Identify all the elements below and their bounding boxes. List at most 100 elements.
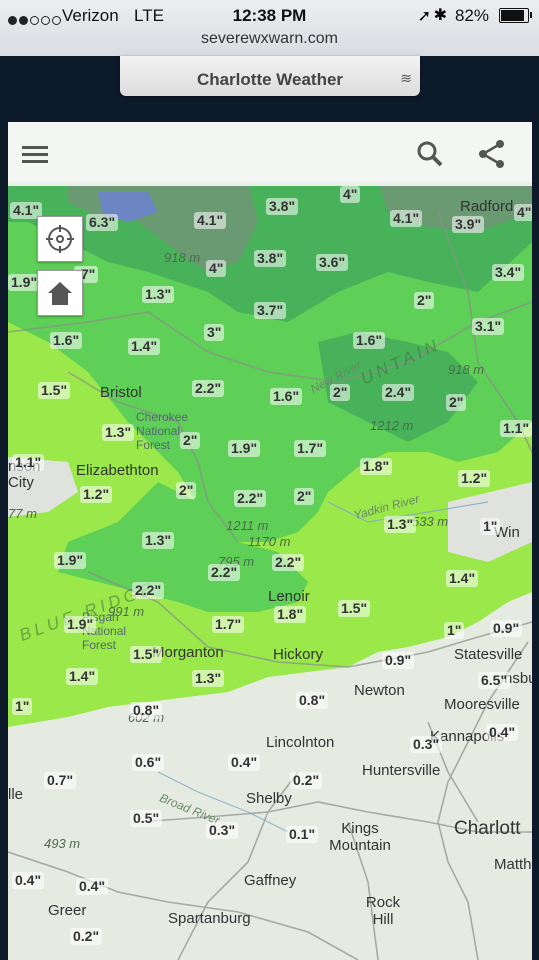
accumulation-label: 1.4" [66,668,99,685]
elevation-label: 533 m [412,514,449,529]
accumulation-label: 3.9" [452,216,485,233]
accumulation-label: 2" [176,482,197,499]
accumulation-label: 1.8" [274,606,307,623]
accumulation-label: 1.6" [353,332,386,349]
map-toolbar [8,122,532,186]
home-icon [48,282,72,305]
accumulation-label: 0.2" [290,772,323,789]
elevation-label: 493 m [44,836,81,851]
accumulation-label: 2.2" [192,380,225,397]
accumulation-label: 1.1" [12,454,45,471]
accumulation-label: 6.5" [478,672,511,689]
accumulation-label: 1.7" [294,440,327,457]
accumulation-label: 2.2" [272,554,305,571]
place-label: City [8,474,34,491]
accumulation-label: 4" [514,204,532,221]
accumulation-label: 1.9" [64,616,97,633]
place-label: Mooresville [444,696,520,713]
accumulation-label: 3.1" [472,318,505,335]
accumulation-label: 1.5" [338,600,371,617]
place-label: Rock Hill [365,894,401,928]
accumulation-label: 0.4" [12,872,45,889]
accumulation-label: 1.3" [192,670,225,687]
place-label: Huntersville [362,762,441,779]
site-header[interactable]: Charlotte Weather ≋ [120,56,420,96]
accumulation-label: 1.4" [446,570,479,587]
place-label: Radford [460,198,514,215]
accumulation-label: 0.3" [206,822,239,839]
place-label: Matthe [494,856,532,873]
place-label: Newton [354,682,405,699]
place-label: Shelby [246,790,292,807]
accumulation-label: 3.8" [254,250,287,267]
share-icon[interactable] [474,136,510,172]
accumulation-label: 0.7" [44,772,77,789]
place-label: lle [8,786,24,803]
accumulation-label: 3" [204,324,225,341]
menu-icon[interactable] [18,136,54,172]
accumulation-label: 0.8" [130,702,163,719]
elevation-label: 1211 m [226,518,269,533]
search-icon[interactable] [412,136,448,172]
accumulation-label: 1.3" [384,516,417,533]
accumulation-label: 2" [446,394,467,411]
accumulation-label: 2" [330,384,351,401]
accumulation-label: 2" [414,292,435,309]
battery-percent: 82% [454,6,489,25]
accumulation-label: 1.9" [228,440,261,457]
battery-icon [499,8,532,23]
locate-button[interactable] [37,216,83,262]
snowfall-map[interactable]: BLUE RIDGE UNTAIN New River Yadkin River… [8,122,532,960]
accumulation-label: 1.5" [130,646,163,663]
place-label: Morganton [152,644,224,661]
elevation-label: 1170 m [248,534,291,549]
accumulation-label: 1.3" [102,424,135,441]
place-label: Statesville [454,646,523,663]
accumulation-label: 0.2" [70,928,103,945]
accumulation-label: 1" [480,518,501,535]
accumulation-label: 0.9" [490,620,523,637]
accumulation-label: 0.8" [296,692,329,709]
elevation-label: 918 m [164,250,201,265]
accumulation-label: 3.6" [316,254,349,271]
accumulation-label: 4.1" [194,212,227,229]
place-label: Charlott [454,818,521,839]
accumulation-label: 3.8" [266,198,299,215]
elevation-label: 1212 m [370,418,414,433]
bluetooth-icon: ✱ [433,7,447,24]
place-label: Greer [48,902,87,919]
locate-icon [46,225,74,253]
location-arrow-icon: ➚ [417,8,431,25]
accumulation-label: 2" [180,432,201,449]
place-label: Gaffney [244,872,297,889]
elevation-label: 77 m [8,506,37,521]
accumulation-label: 1.9" [54,552,87,569]
accumulation-label: 0.4" [486,724,519,741]
accumulation-label: 2.4" [382,384,415,401]
place-label: Kings Mountain [329,820,391,854]
place-label: Elizabethton [76,462,159,479]
accumulation-label: 1.3" [142,532,175,549]
accumulation-label: 1.8" [360,458,393,475]
accumulation-label: 2" [294,488,315,505]
accumulation-label: 3.4" [492,264,525,281]
accumulation-label: 6.3" [86,214,119,231]
accumulation-label: 0.6" [132,754,165,771]
accumulation-label: 0.9" [382,652,415,669]
status-bar: Verizon LTE 12:38 PM ➚ ✱ 82% severewxwar… [0,0,539,56]
home-button[interactable] [37,270,83,316]
accumulation-label: 0.4" [228,754,261,771]
accumulation-label: 1.4" [128,338,161,355]
accumulation-label: 0.4" [76,878,109,895]
accumulation-label: 1.6" [270,388,303,405]
accumulation-label: 1" [12,698,33,715]
tornado-icon: ≋ [400,70,412,86]
accumulation-label: 0.3" [410,736,443,753]
accumulation-label: 1.9" [8,274,41,291]
accumulation-label: 1.2" [458,470,491,487]
accumulation-label: 1.6" [50,332,83,349]
url-bar[interactable]: severewxwarn.com [0,30,539,48]
place-label: Lincolnton [266,734,335,751]
place-label: Bristol [100,384,142,401]
accumulation-label: 0.5" [130,810,163,827]
